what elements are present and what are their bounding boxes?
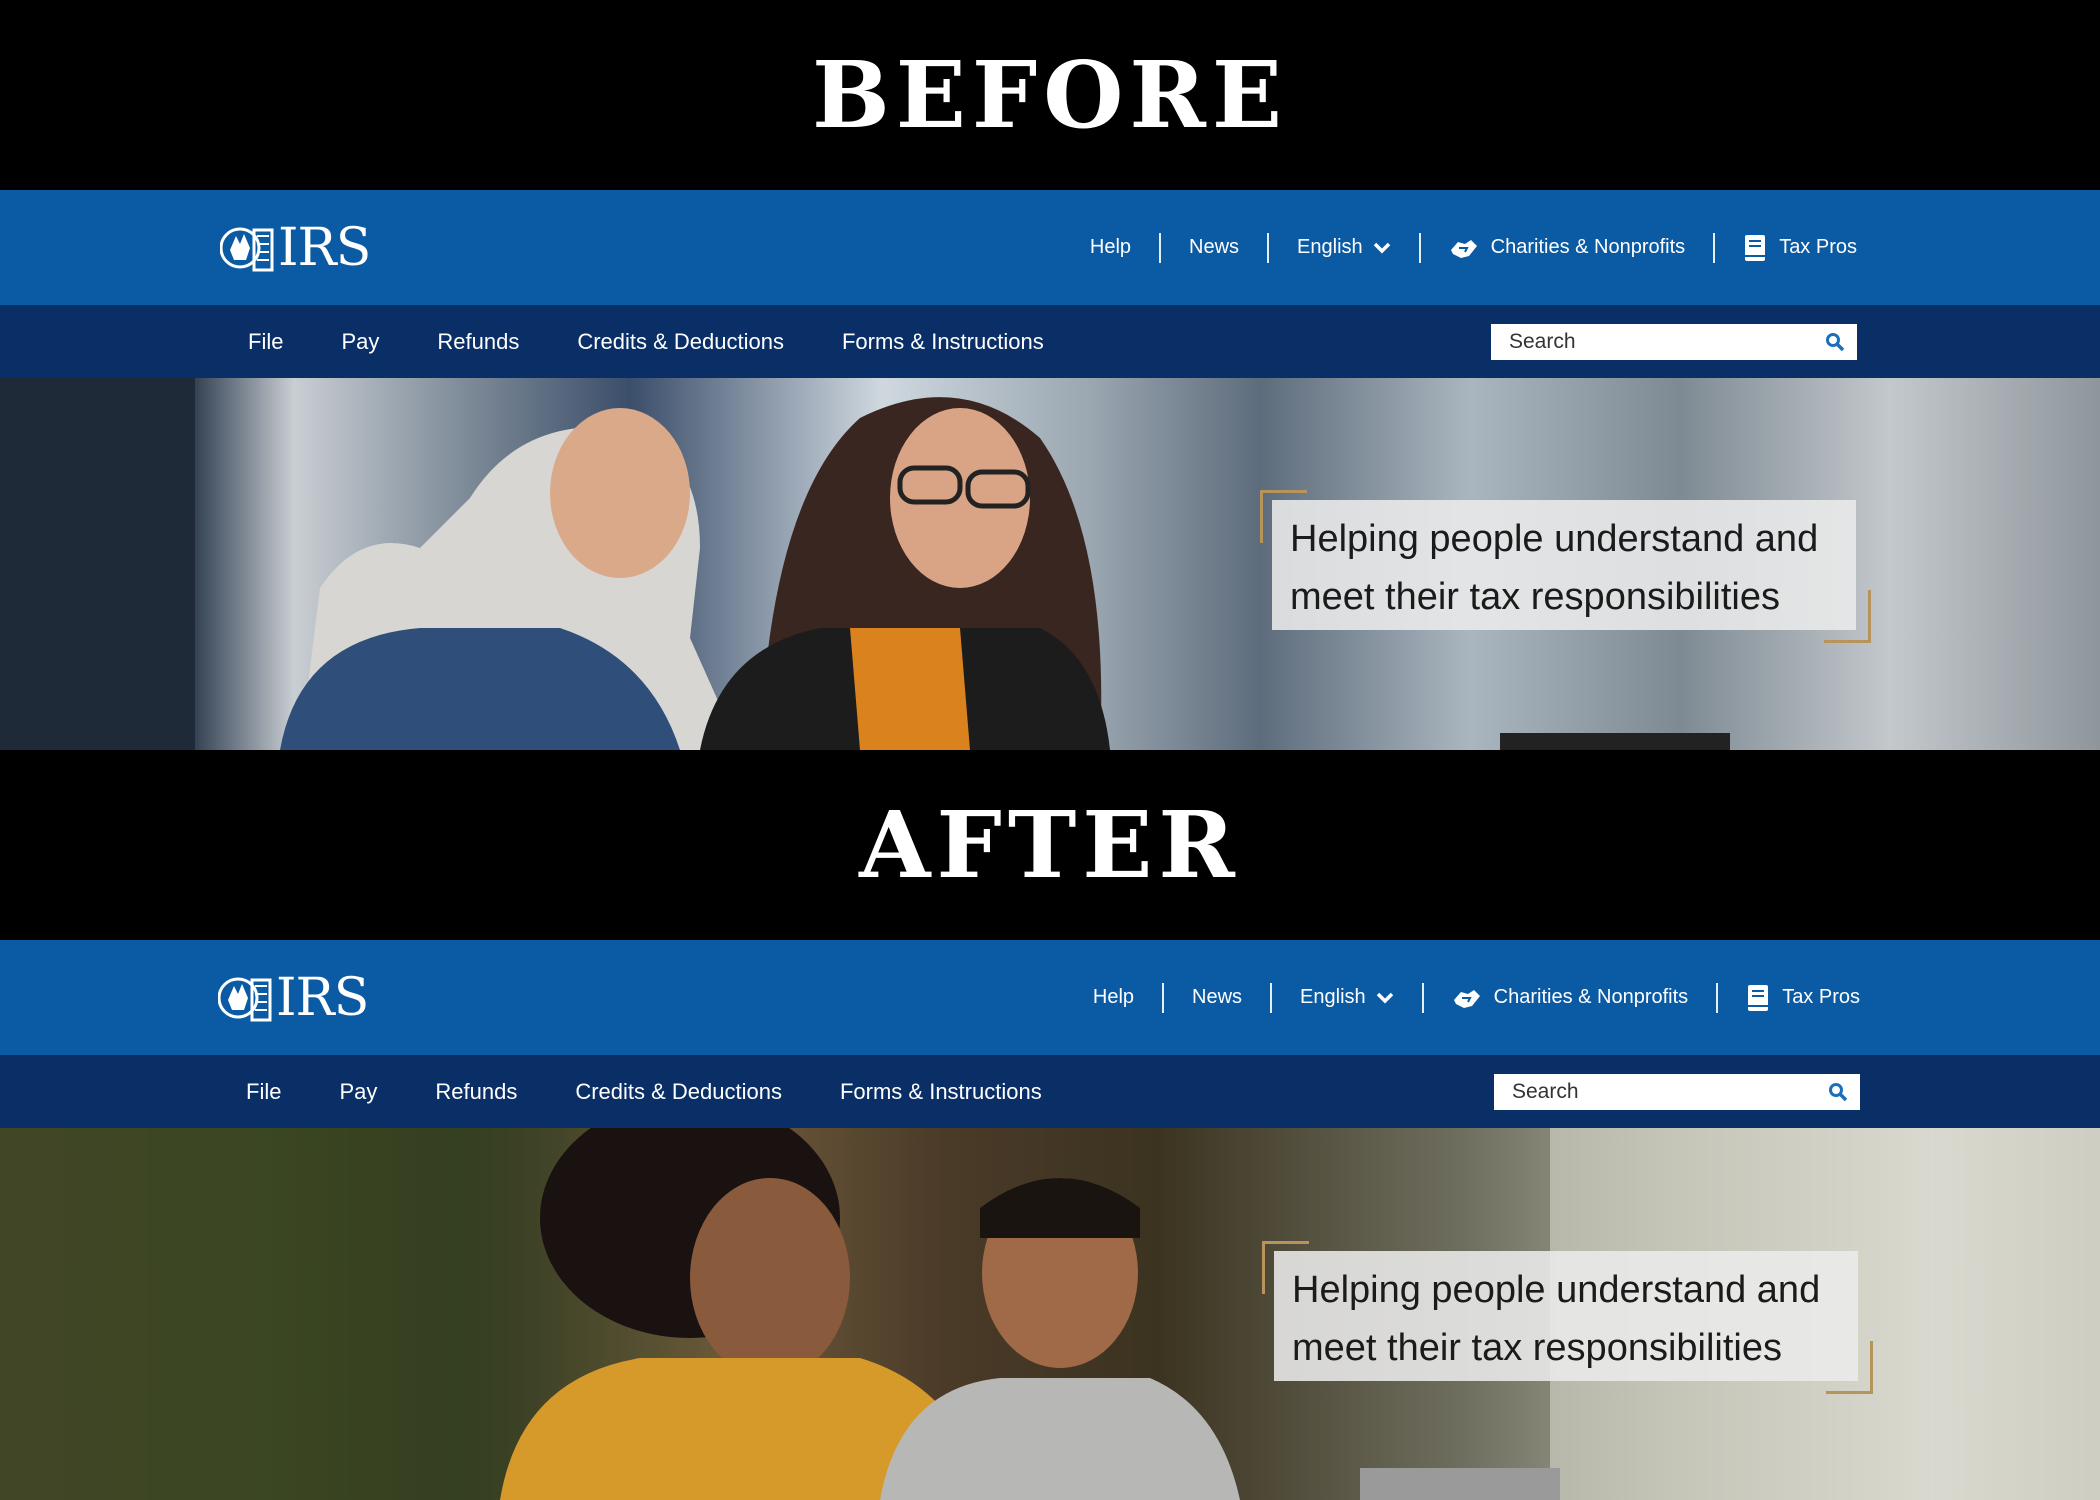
- logo-text: IRS: [278, 218, 371, 278]
- taxpros-link[interactable]: Tax Pros: [1715, 234, 1857, 262]
- hero-line-2: meet their tax responsibilities: [1292, 1327, 1782, 1369]
- handshake-icon: [1450, 239, 1477, 258]
- language-selector[interactable]: English: [1269, 236, 1419, 259]
- nav-forms-instructions[interactable]: Forms & Instructions: [842, 329, 1044, 355]
- nav-file[interactable]: File: [246, 1079, 281, 1105]
- nav-pay[interactable]: Pay: [341, 329, 379, 355]
- hero-banner: Helping people understand and meet their…: [0, 378, 2100, 750]
- help-link[interactable]: Help: [1065, 986, 1162, 1009]
- search-input[interactable]: [1491, 324, 1811, 360]
- hero-line-1: Helping people understand and: [1292, 1269, 1821, 1311]
- search-icon[interactable]: [1828, 1082, 1848, 1102]
- site-after: IRS Help News English Charities & Nonpro…: [0, 940, 2100, 1500]
- nav-refunds[interactable]: Refunds: [437, 329, 519, 355]
- charities-label: Charities & Nonprofits: [1490, 236, 1686, 258]
- irs-eagle-logo-icon: [218, 977, 272, 1022]
- hero-line-1: Helping people understand and: [1290, 518, 1819, 560]
- hero-banner: Helping people understand and meet their…: [0, 1128, 2100, 1500]
- irs-logo[interactable]: IRS: [220, 218, 371, 278]
- site-before: IRS Help News English Charities & Nonpro…: [0, 190, 2100, 750]
- hero-quote: Helping people understand and meet their…: [1272, 500, 1856, 630]
- search-box: [1494, 1074, 1860, 1110]
- utility-header: IRS Help News English Charities & Nonpro…: [0, 940, 2100, 1055]
- taxpros-label: Tax Pros: [1782, 986, 1860, 1008]
- divider: [1162, 982, 1165, 1013]
- charities-label: Charities & Nonprofits: [1493, 986, 1689, 1008]
- book-icon: [1748, 984, 1769, 1011]
- taxpros-label: Tax Pros: [1779, 236, 1857, 258]
- utility-nav: Help News English Charities & Nonprofits…: [1062, 190, 1857, 305]
- language-label: English: [1297, 236, 1363, 258]
- nav-pay[interactable]: Pay: [339, 1079, 377, 1105]
- main-nav: File Pay Refunds Credits & Deductions Fo…: [0, 1055, 2100, 1128]
- news-link[interactable]: News: [1161, 236, 1267, 259]
- quote-corner-bottom-right: [1826, 1341, 1873, 1394]
- irs-logo[interactable]: IRS: [218, 968, 369, 1028]
- nav-refunds[interactable]: Refunds: [435, 1079, 517, 1105]
- nav-forms-instructions[interactable]: Forms & Instructions: [840, 1079, 1042, 1105]
- divider: [1270, 982, 1273, 1013]
- before-banner: BEFORE: [0, 0, 2100, 190]
- search-icon[interactable]: [1825, 332, 1845, 352]
- hero-quote: Helping people understand and meet their…: [1274, 1251, 1858, 1381]
- taxpros-link[interactable]: Tax Pros: [1718, 984, 1860, 1012]
- nav-file[interactable]: File: [248, 329, 283, 355]
- search-box: [1491, 324, 1857, 360]
- utility-header: IRS Help News English Charities & Nonpro…: [0, 190, 2100, 305]
- divider: [1267, 232, 1270, 263]
- nav-credits-deductions[interactable]: Credits & Deductions: [577, 329, 784, 355]
- nav-credits-deductions[interactable]: Credits & Deductions: [575, 1079, 782, 1105]
- news-link[interactable]: News: [1164, 986, 1270, 1009]
- language-label: English: [1300, 986, 1366, 1008]
- charities-link[interactable]: Charities & Nonprofits: [1424, 986, 1717, 1010]
- handshake-icon: [1453, 989, 1480, 1008]
- hero-line-2: meet their tax responsibilities: [1290, 576, 1780, 618]
- quote-corner-bottom-right: [1824, 590, 1871, 643]
- before-label: BEFORE: [812, 41, 1288, 149]
- help-link[interactable]: Help: [1062, 236, 1159, 259]
- utility-nav: Help News English Charities & Nonprofits…: [1065, 940, 1860, 1055]
- search-input[interactable]: [1494, 1074, 1814, 1110]
- charities-link[interactable]: Charities & Nonprofits: [1421, 236, 1714, 260]
- divider: [1716, 982, 1719, 1013]
- chevron-down-icon: [1376, 992, 1393, 1003]
- divider: [1713, 232, 1716, 263]
- language-selector[interactable]: English: [1272, 986, 1422, 1009]
- divider: [1159, 232, 1162, 263]
- after-banner: AFTER: [0, 750, 2100, 940]
- divider: [1418, 232, 1421, 263]
- divider: [1421, 982, 1424, 1013]
- book-icon: [1745, 234, 1766, 261]
- irs-eagle-logo-icon: [220, 227, 274, 272]
- main-nav: File Pay Refunds Credits & Deductions Fo…: [0, 305, 2100, 378]
- after-label: AFTER: [859, 791, 1241, 899]
- logo-text: IRS: [276, 968, 369, 1028]
- chevron-down-icon: [1373, 242, 1390, 253]
